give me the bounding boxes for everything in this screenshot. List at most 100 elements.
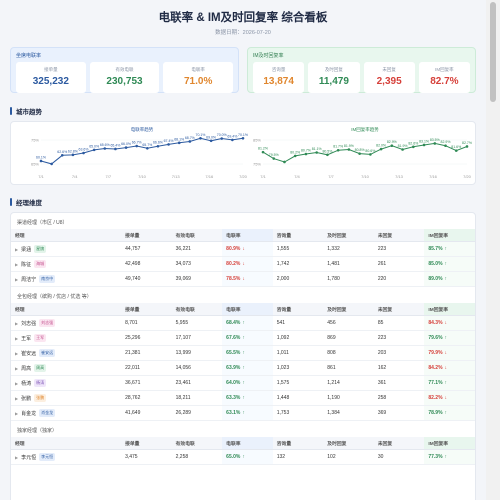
y-tick-label: 75% xyxy=(31,138,39,143)
table-row[interactable]: ▶ 张鹏 张鹏 28,762 18,211 63.3% ↑ 1,448 1,190 258 82.2… xyxy=(11,390,475,406)
expand-caret-icon[interactable]: ▶ xyxy=(15,351,18,356)
value-cell: 42,498 xyxy=(121,256,172,272)
table-row[interactable]: ▶ 梁涵 星旗 44,757 36,221 80.9% ↓ 1,555 1,332 223 85.7… xyxy=(11,241,475,257)
column-header[interactable]: 有效电联 xyxy=(171,303,223,316)
column-header[interactable]: 未回复 xyxy=(373,303,425,316)
data-point xyxy=(92,148,96,152)
column-header[interactable]: 经理 xyxy=(11,437,122,450)
trend-section-title: 城市趋势 xyxy=(16,109,42,116)
data-point xyxy=(71,153,75,157)
im-rate: 77.3% xyxy=(428,454,443,460)
page-title: 电联率 & IM及时回复率 综合看板 xyxy=(158,12,328,24)
section-bar xyxy=(10,107,12,115)
table-row[interactable]: ▶ 杨涛 杨涛 36,671 23,461 64.0% ↑ 1,575 1,214 361 77.1… xyxy=(11,375,475,391)
column-header[interactable]: 咨询量 xyxy=(272,229,324,242)
column-header[interactable]: 接单量 xyxy=(121,229,172,242)
stat-value: 2,395 xyxy=(376,76,402,87)
data-point xyxy=(231,138,234,142)
data-point xyxy=(293,154,297,158)
column-header[interactable]: 电联率 xyxy=(222,437,273,450)
data-label: 80.2% xyxy=(290,150,300,154)
table-row[interactable]: ▶ 刘志强 刘志强 8,701 5,955 68.4% ↑ 541 456 85 84.3% ↓ xyxy=(11,315,475,331)
expand-caret-icon[interactable]: ▶ xyxy=(15,396,18,401)
value-cell: 203 xyxy=(373,345,425,361)
value-cell: 1,011 xyxy=(272,345,324,361)
data-label: 82.6% xyxy=(408,141,418,145)
im-cards: 咨询量 13,874 及时回复 11,479 未回复 2,395 IM回复率 82.7% xyxy=(253,62,470,93)
column-header[interactable]: 电联率 xyxy=(222,303,273,316)
manager-table: 经理 接单量 有效电联 电联率 咨询量 及时回复 未回复 IM回复率 ▶ 刘志强 刘志强 8,701 5… xyxy=(11,303,475,421)
expand-caret-icon[interactable]: ▶ xyxy=(15,455,18,460)
expand-caret-icon[interactable]: ▶ xyxy=(15,336,18,341)
column-header[interactable]: IM回复率 xyxy=(424,437,475,450)
detail-section-title: 经理维度 xyxy=(16,200,42,207)
manager-name: 张鹏 xyxy=(21,395,32,402)
expand-caret-icon[interactable]: ▶ xyxy=(15,262,18,267)
value-cell: 22,011 xyxy=(121,360,172,376)
column-header[interactable]: 经理 xyxy=(11,229,122,242)
table-row[interactable]: ▶ 周洁宁 南京中 49,740 39,069 78.5% ↓ 2,000 1,780 220 89… xyxy=(11,271,475,287)
stat-value: 11,479 xyxy=(318,76,349,87)
data-label: 65.7% xyxy=(142,143,152,147)
column-header[interactable]: 接单量 xyxy=(121,437,172,450)
value-cell: 1,742 xyxy=(272,256,324,272)
stat-label: 电联率 xyxy=(191,67,205,72)
column-header[interactable]: IM回复率 xyxy=(424,229,475,242)
data-label: 68.1% xyxy=(174,137,184,141)
data-label: 81.7% xyxy=(333,145,343,149)
table-row[interactable]: ▶ 王军 王军 25,296 17,107 67.6% ↑ 1,092 869 223 79.6% ↑ xyxy=(11,330,475,346)
scrollbar-thumb[interactable] xyxy=(490,2,496,102)
data-label: 81.1% xyxy=(312,147,322,151)
expand-caret-icon[interactable]: ▶ xyxy=(15,381,18,386)
column-header[interactable]: 未回复 xyxy=(373,437,425,450)
manager-name-cell: ▶ 崔安远 崔安远 xyxy=(15,349,117,357)
expand-caret-icon[interactable]: ▶ xyxy=(15,277,18,282)
expand-caret-icon[interactable]: ▶ xyxy=(15,411,18,416)
column-header[interactable]: 及时回复 xyxy=(323,303,374,316)
value-cell: 1,753 xyxy=(272,405,324,421)
data-point xyxy=(146,146,149,150)
table-row[interactable]: ▶ 周高 周高 22,011 14,056 63.9% ↑ 1,023 861 162 84.2% ↓ xyxy=(11,360,475,376)
value-cell: 36,221 xyxy=(171,241,223,257)
table-row[interactable]: ▶ 李元恒 李元恒 3,475 2,258 65.0% ↑ 132 102 30 77.3% ↑ xyxy=(11,449,475,465)
column-header[interactable]: 咨询量 xyxy=(272,303,324,316)
manager-name-cell: ▶ 肖金龙 肖金龙 xyxy=(15,409,117,417)
data-label: 82.7% xyxy=(462,141,472,145)
manager-name: 杨涛 xyxy=(21,380,32,387)
manager-name-cell: ▶ 杨涛 杨涛 xyxy=(15,379,117,387)
table-row[interactable]: ▶ 肖金龙 肖金龙 41,649 26,289 63.1% ↑ 1,753 1,384 369 78… xyxy=(11,405,475,421)
expand-caret-icon[interactable]: ▶ xyxy=(15,247,18,252)
value-cell: 30 xyxy=(373,449,425,465)
column-header[interactable]: 有效电联 xyxy=(171,437,223,450)
value-cell: 1,332 xyxy=(323,241,374,257)
column-header[interactable]: 接单量 xyxy=(121,303,172,316)
data-point xyxy=(167,143,170,146)
value-cell: 1,023 xyxy=(272,360,324,376)
im-rate: 79.6% xyxy=(428,335,443,341)
expand-caret-icon[interactable]: ▶ xyxy=(15,366,18,371)
table-row[interactable]: ▶ 崔安远 崔安远 21,381 13,999 65.5% ↑ 1,011 808 203 79.9… xyxy=(11,345,475,361)
im-rate-cell: 85.7% ↑ xyxy=(424,241,475,257)
stat-value: 13,874 xyxy=(263,76,294,87)
column-header[interactable]: 及时回复 xyxy=(323,437,374,450)
table-row[interactable]: ▶ 陈征 海城 42,498 34,073 80.2% ↓ 1,742 1,481 261 85.0… xyxy=(11,256,475,272)
column-header[interactable]: 电联率 xyxy=(222,229,273,242)
page-scrollbar[interactable] xyxy=(486,0,500,500)
im-rate: 82.2% xyxy=(428,395,443,401)
data-point xyxy=(199,137,202,140)
data-point xyxy=(433,142,437,145)
column-header[interactable]: 经理 xyxy=(11,303,122,316)
column-header[interactable]: 有效电联 xyxy=(171,229,223,242)
page-subtitle: 数据日期：2026-07-20 xyxy=(215,30,271,36)
value-cell: 34,073 xyxy=(171,256,223,272)
stat-label: 及时回复 xyxy=(324,67,343,72)
arrow-up-icon: ↑ xyxy=(242,454,245,460)
column-header[interactable]: 咨询量 xyxy=(272,437,324,450)
column-header[interactable]: 及时回复 xyxy=(323,229,374,242)
data-point xyxy=(347,148,351,151)
column-header[interactable]: 未回复 xyxy=(373,229,425,242)
im-rate: 89.0% xyxy=(428,276,443,282)
expand-caret-icon[interactable]: ▶ xyxy=(15,321,18,326)
column-header[interactable]: IM回复率 xyxy=(424,303,475,316)
call-stat-card: 电联率 71.0% xyxy=(163,62,234,93)
